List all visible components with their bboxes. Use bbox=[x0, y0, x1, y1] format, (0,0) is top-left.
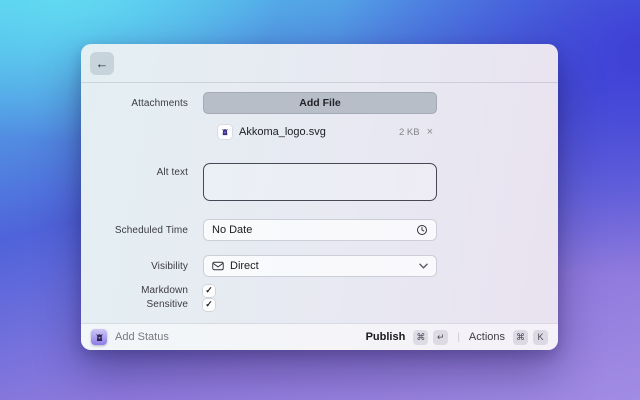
visibility-row: Visibility Direct bbox=[81, 255, 558, 277]
markdown-row: Markdown ✓ bbox=[81, 284, 558, 297]
scheduled-time-row: Scheduled Time No Date bbox=[81, 219, 558, 241]
file-name: Akkoma_logo.svg bbox=[239, 126, 326, 138]
checkmark-icon: ✓ bbox=[205, 299, 213, 309]
attachments-label: Attachments bbox=[131, 97, 188, 109]
alt-text-input[interactable] bbox=[203, 163, 437, 201]
remove-file-icon[interactable]: × bbox=[427, 126, 433, 138]
attachments-row: Attachments Add File bbox=[81, 92, 558, 114]
window-header: ← bbox=[81, 44, 558, 83]
akkoma-app-icon bbox=[91, 329, 107, 345]
envelope-icon bbox=[212, 261, 224, 271]
command-key-badge: ⌘ bbox=[513, 329, 528, 345]
sensitive-label: Sensitive bbox=[146, 299, 188, 310]
checkmark-icon: ✓ bbox=[205, 285, 213, 295]
visibility-select[interactable]: Direct bbox=[203, 255, 437, 277]
add-status-label: Add Status bbox=[115, 331, 169, 343]
file-size: 2 KB bbox=[398, 126, 420, 138]
sensitive-row: Sensitive ✓ bbox=[81, 298, 558, 311]
return-key-badge: ↵ bbox=[433, 329, 449, 345]
attachment-file-row: Akkoma_logo.svg 2 KB × bbox=[81, 123, 558, 141]
scheduled-time-label: Scheduled Time bbox=[114, 224, 188, 236]
scheduled-time-value: No Date bbox=[212, 224, 253, 236]
scheduled-time-input[interactable]: No Date bbox=[203, 219, 437, 241]
visibility-value: Direct bbox=[230, 260, 259, 272]
k-key-badge: K bbox=[533, 329, 548, 345]
actions-button[interactable]: Actions bbox=[469, 331, 505, 343]
sensitive-checkbox[interactable]: ✓ bbox=[203, 298, 215, 311]
alt-text-row: Alt text bbox=[81, 163, 558, 201]
akkoma-file-icon bbox=[218, 125, 232, 139]
command-key-badge: ⌘ bbox=[413, 329, 429, 345]
markdown-checkbox[interactable]: ✓ bbox=[203, 284, 215, 297]
chevron-down-icon bbox=[419, 263, 428, 269]
window-footer: Add Status Publish ⌘ ↵ | Actions ⌘ K bbox=[81, 323, 558, 350]
back-arrow-icon: ← bbox=[95, 56, 109, 71]
markdown-label: Markdown bbox=[141, 285, 188, 296]
clock-icon[interactable] bbox=[416, 224, 428, 236]
compose-window: ← Attachments Add File Akkoma_logo.svg 2… bbox=[81, 44, 558, 350]
back-button[interactable]: ← bbox=[90, 52, 114, 75]
publish-button[interactable]: Publish bbox=[366, 331, 406, 343]
visibility-label: Visibility bbox=[151, 260, 188, 272]
footer-separator: | bbox=[457, 331, 460, 343]
add-file-button[interactable]: Add File bbox=[203, 92, 437, 114]
alt-text-label: Alt text bbox=[156, 167, 188, 178]
